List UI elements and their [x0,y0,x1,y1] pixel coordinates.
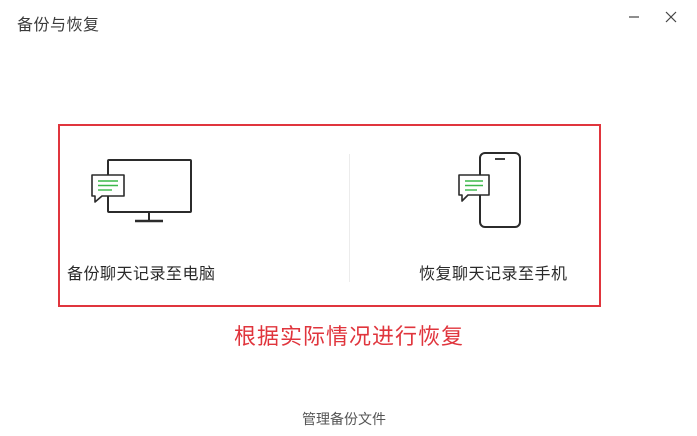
close-button[interactable] [658,4,684,30]
backup-options-panel: 备份聊天记录至电脑 恢复聊天记录至手机 [58,124,601,307]
backup-to-pc-label: 备份聊天记录至电脑 [67,264,216,283]
annotation-text: 根据实际情况进行恢复 [234,325,465,350]
minimize-icon [629,16,639,18]
restore-to-phone-option[interactable]: 恢复聊天记录至手机 [350,126,601,305]
minimize-button[interactable] [621,4,647,30]
restore-to-phone-label: 恢复聊天记录至手机 [419,264,568,283]
manage-backup-files-link[interactable]: 管理备份文件 [302,409,386,429]
window-title: 备份与恢复 [17,15,100,34]
computer-monitor-icon [91,159,192,223]
close-icon [665,11,677,23]
backup-to-pc-option[interactable]: 备份聊天记录至电脑 [60,126,347,305]
mobile-phone-icon [458,152,521,228]
